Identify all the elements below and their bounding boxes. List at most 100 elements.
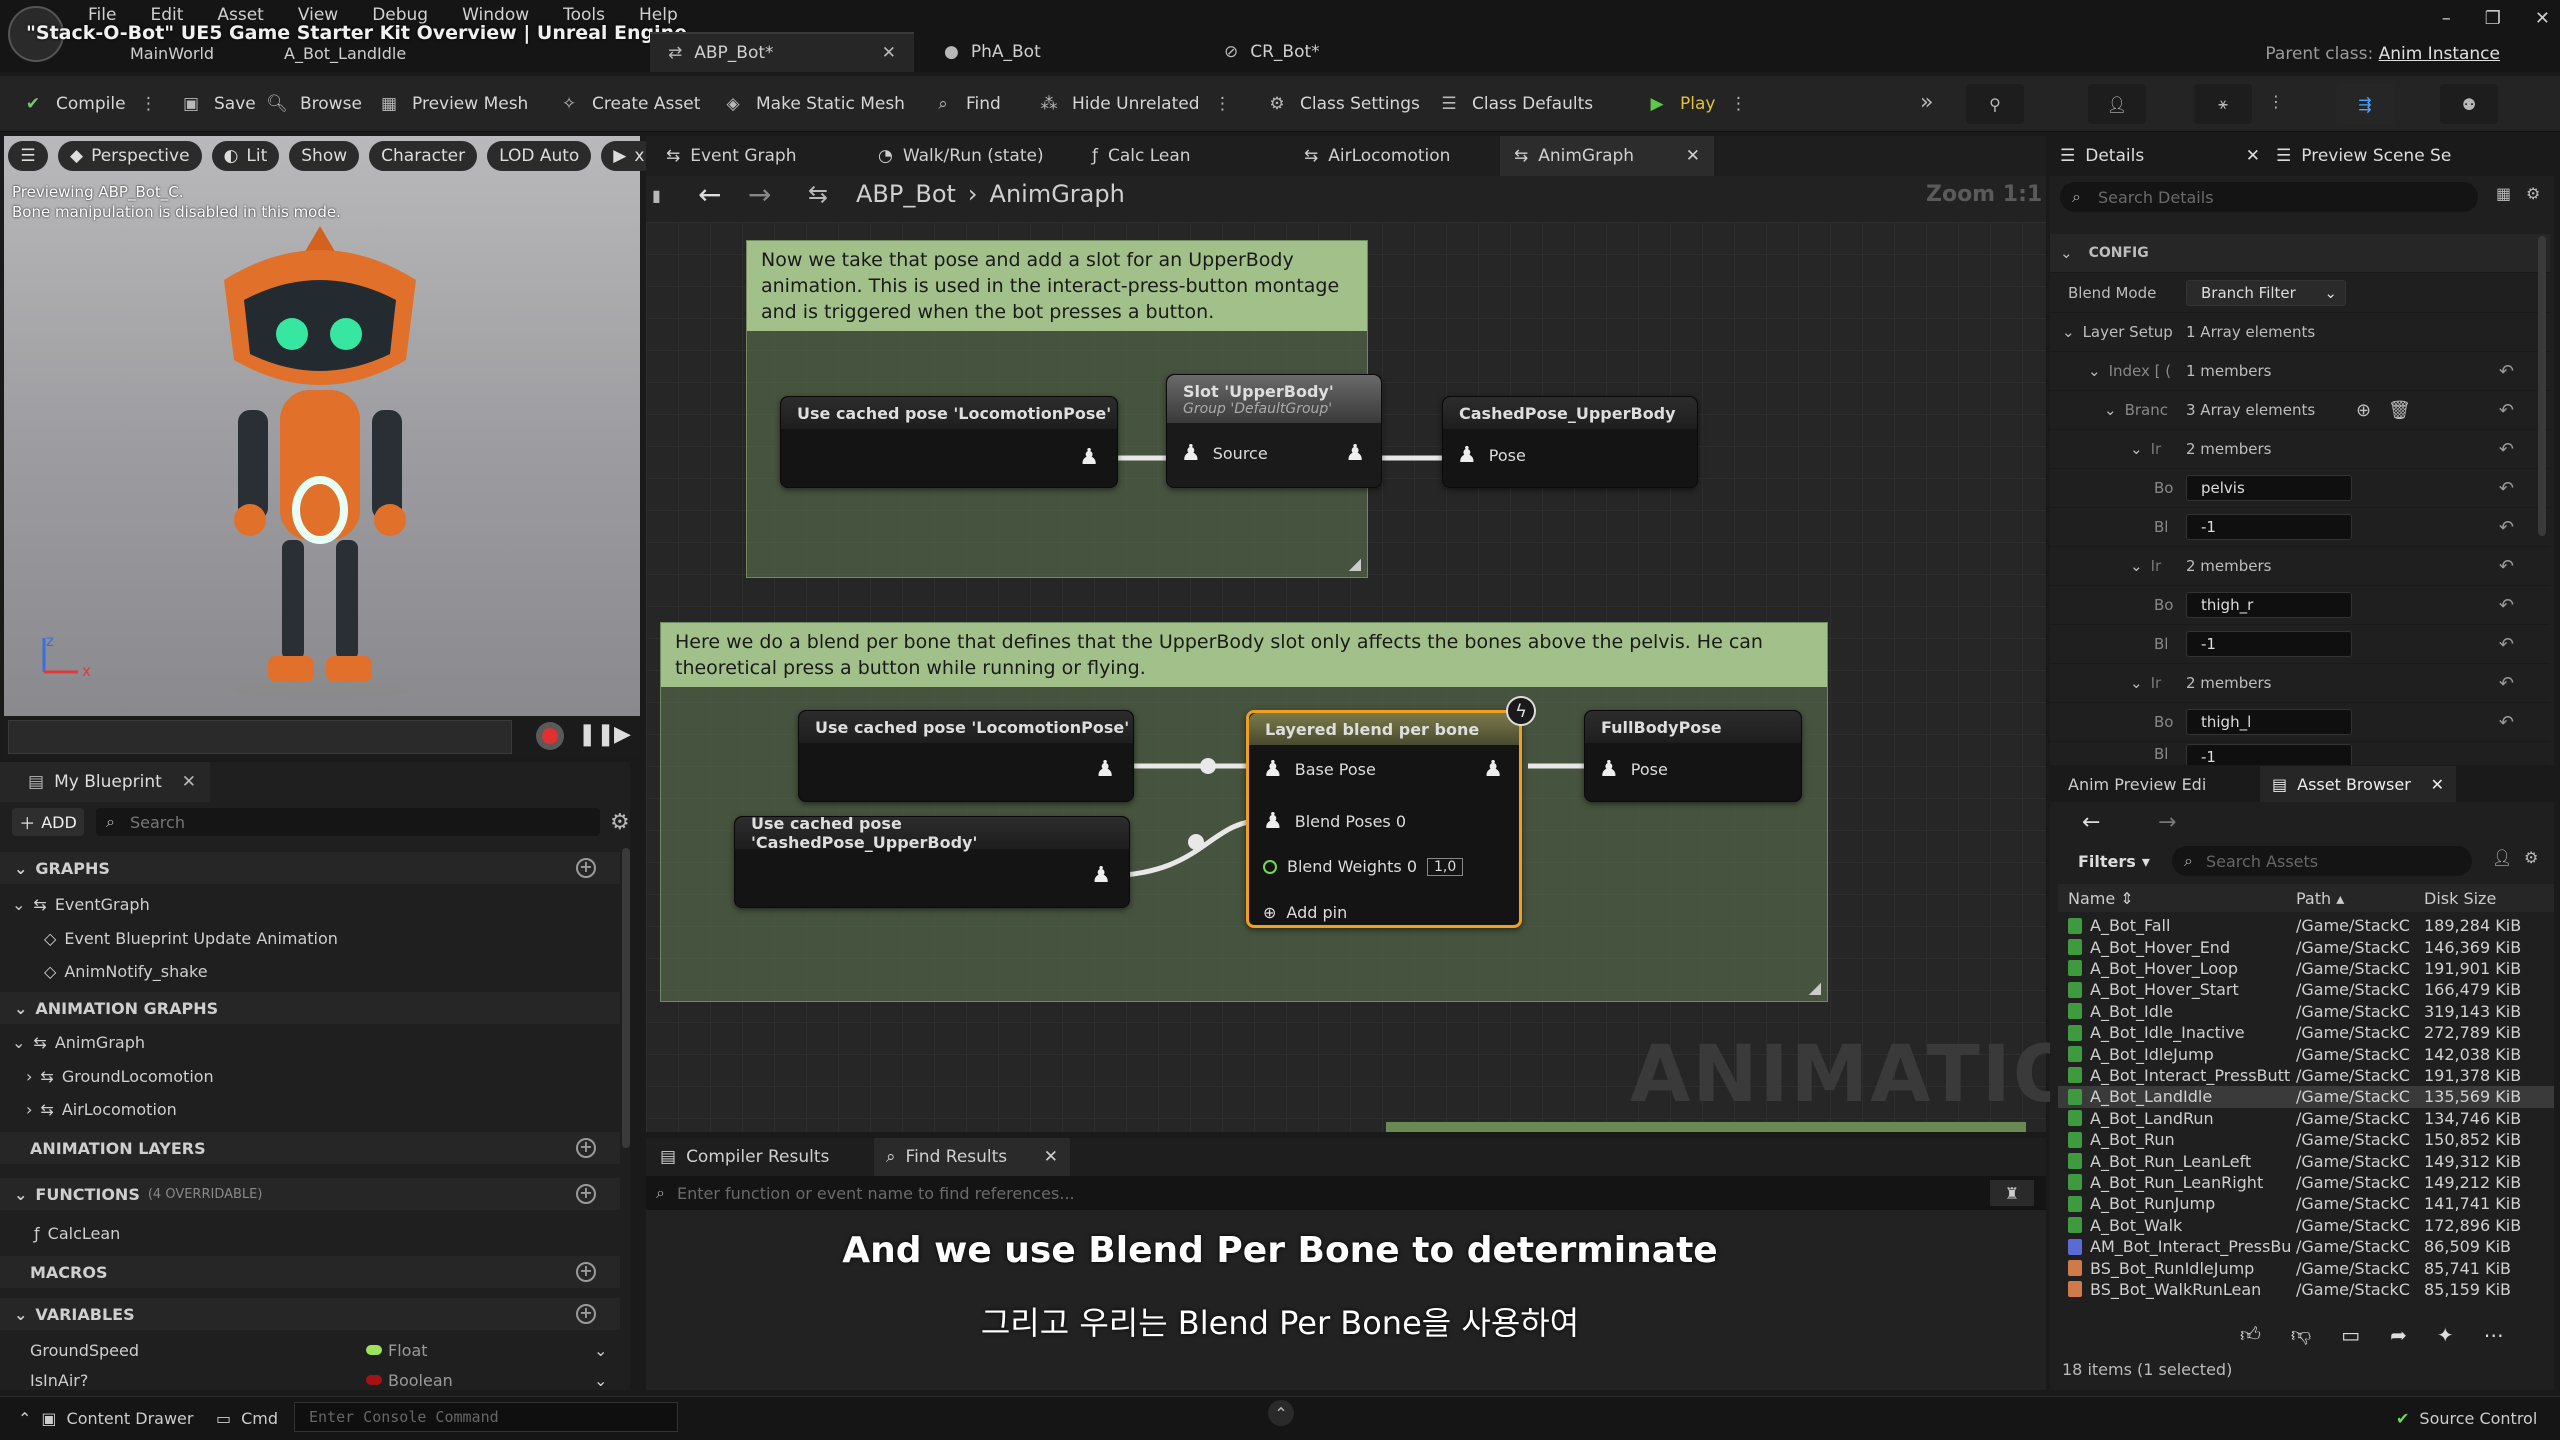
pause-icon[interactable]: ❚❚ — [578, 722, 615, 747]
source-pin[interactable]: ♟ Source — [1181, 441, 1268, 466]
close-icon[interactable]: ✕ — [882, 43, 896, 63]
tab-a-bot-landidle[interactable]: A_Bot_LandIdle — [284, 44, 406, 63]
reset-arrow-icon[interactable]: ↶ — [2499, 517, 2514, 538]
record-button[interactable] — [536, 722, 564, 750]
more-icon[interactable]: ⋯ — [2484, 1323, 2504, 1347]
node-slot-upperbody[interactable]: Slot 'UpperBody' Group 'DefaultGroup' ♟ … — [1166, 374, 1382, 488]
section-animation-layers[interactable]: ANIMATION LAYERS + — [0, 1132, 620, 1164]
graph-canvas[interactable]: Now we take that pose and add a slot for… — [646, 222, 2046, 1132]
grid-view-icon[interactable]: ▦ — [2496, 184, 2511, 203]
more-icon[interactable]: ⋮ — [1725, 91, 1751, 117]
hide-unrelated-button[interactable]: ⁂ Hide Unrelated ⋮ — [1036, 76, 1236, 132]
tab-walk-run-state[interactable]: ◔ Walk/Run (state) — [864, 136, 1058, 176]
chevron-down-icon[interactable]: ⌄ — [2130, 674, 2143, 692]
comment-icon[interactable]: ▭ — [2341, 1323, 2360, 1347]
save-button[interactable]: ▣ Save — [178, 76, 256, 132]
animation-mode-button[interactable]: ⚹ — [2194, 84, 2252, 124]
node-cached-upperbody[interactable]: Use cached pose 'CashedPose_UpperBody' ♟ — [734, 814, 1130, 908]
tab-calc-lean[interactable]: ƒ Calc Lean — [1078, 136, 1205, 176]
tree-item-ground-locomotion[interactable]: › ⇆ GroundLocomotion — [26, 1060, 214, 1092]
blueprint-search-input[interactable]: ⌕ Search — [96, 808, 600, 836]
node-cashedpose-upperbody[interactable]: CashedPose_UpperBody ♟ Pose — [1442, 396, 1698, 488]
forward-arrow-icon[interactable]: → — [2158, 810, 2176, 835]
reset-arrow-icon[interactable]: ↶ — [2499, 556, 2514, 577]
chevron-down-icon[interactable]: ⌄ — [2088, 362, 2101, 380]
more-icon[interactable]: ⋮ — [2268, 92, 2284, 111]
tab-event-graph[interactable]: ⇆ Event Graph — [652, 136, 811, 176]
section-functions[interactable]: ⌄ FUNCTIONS (4 OVERRIDABLE) + — [0, 1178, 620, 1210]
play-button[interactable]: ▶ Play ⋮ — [1644, 76, 1751, 132]
asset-row[interactable]: A_Bot_Idle_Inactive/Game/StackC 272,789 K… — [2058, 1022, 2554, 1043]
chevron-down-icon[interactable]: ⌄ — [2104, 401, 2117, 419]
parent-class-link[interactable]: Anim Instance — [2379, 44, 2500, 64]
asset-row[interactable]: AM_Bot_Interact_PressBu/Game/StackC 86,50… — [2058, 1236, 2554, 1257]
tree-item-anim-notify[interactable]: ◇ AnimNotify_shake — [44, 955, 208, 987]
chevron-up-icon[interactable]: ⌃ — [1268, 1400, 1294, 1426]
more-icon[interactable]: ⋮ — [136, 91, 162, 117]
bone-name-input[interactable]: thigh_l — [2186, 709, 2352, 735]
category-config[interactable]: ⌄ CONFIG — [2050, 234, 2550, 273]
tab-animgraph[interactable]: ⇆ AnimGraph ✕ — [1500, 136, 1714, 176]
settings-icon[interactable]: ⚙ — [2526, 184, 2540, 203]
find-button[interactable]: ⌕ Find — [930, 76, 1001, 132]
close-icon[interactable]: ✕ — [2246, 146, 2260, 166]
back-arrow-icon[interactable]: ← — [2082, 810, 2100, 835]
tab-abp-bot[interactable]: ⇄ ABP_Bot* ✕ — [650, 32, 914, 72]
tab-my-blueprint[interactable]: ▤ My Blueprint ✕ — [0, 762, 210, 802]
pose-pin-icon[interactable]: ♟ — [1095, 757, 1115, 782]
asset-row[interactable]: A_Bot_LandRun/Game/StackC 134,746 KiB — [2058, 1108, 2554, 1129]
blend-depth-input[interactable]: -1 — [2186, 631, 2352, 657]
bookmark-icon[interactable]: ▮ — [652, 186, 661, 205]
asset-row[interactable]: A_Bot_LandIdle/Game/StackC 135,569 KiB — [2058, 1086, 2554, 1108]
add-element-icon[interactable]: ⊕ — [2356, 400, 2371, 421]
details-search-input[interactable]: ⌕ Search Details — [2060, 182, 2478, 212]
viewport-menu-button[interactable]: ☰ — [8, 141, 48, 171]
step-forward-icon[interactable]: ▶︎ — [614, 722, 631, 747]
tab-find-results[interactable]: ⌕ Find Results ✕ — [874, 1138, 1070, 1176]
create-asset-button[interactable]: ✧ Create Asset — [556, 76, 700, 132]
add-button[interactable]: ＋ ADD — [12, 808, 84, 836]
lit-button[interactable]: ◐ Lit — [211, 141, 280, 171]
reset-arrow-icon[interactable]: ↶ — [2499, 400, 2514, 421]
tab-asset-browser[interactable]: ▤ Asset Browser ✕ — [2260, 766, 2456, 802]
tab-cr-bot[interactable]: ⊘ CR_Bot* — [1206, 32, 1338, 72]
pose-pin[interactable]: ♟ Pose — [1457, 443, 1526, 468]
content-drawer-button[interactable]: ⌃ ▣ Content Drawer — [18, 1404, 193, 1432]
reroute-node[interactable] — [1200, 758, 1216, 774]
asset-row[interactable]: A_Bot_Hover_Loop/Game/StackC 191,901 KiB — [2058, 958, 2554, 979]
asset-row[interactable]: A_Bot_Run_LeanLeft/Game/StackC 149,312 Ki… — [2058, 1150, 2554, 1171]
make-static-mesh-button[interactable]: ◈ Make Static Mesh — [720, 76, 905, 132]
chevron-down-icon[interactable]: ⌄ — [2130, 440, 2143, 458]
breadcrumb-leaf[interactable]: AnimGraph — [990, 180, 1125, 208]
share-icon[interactable]: ➦ — [2390, 1323, 2407, 1347]
reset-arrow-icon[interactable]: ↶ — [2499, 634, 2514, 655]
close-icon[interactable]: ✕ — [2431, 775, 2444, 794]
source-control-button[interactable]: ✔ Source Control — [2396, 1404, 2537, 1432]
tab-pha-bot[interactable]: ● PhA_Bot — [926, 32, 1059, 72]
expand-toolbar-icon[interactable]: » — [1920, 90, 1933, 115]
chevron-down-icon[interactable]: ⌄ — [2062, 323, 2075, 341]
add-pin-button[interactable]: ⊕ Add pin — [1263, 903, 1347, 922]
blend-mode-dropdown[interactable]: Branch Filter ⌄ — [2186, 280, 2346, 306]
add-graph-icon[interactable]: + — [576, 858, 596, 878]
settings-icon[interactable]: ⚙ — [610, 810, 630, 835]
timeline-scrubber[interactable] — [8, 720, 512, 754]
asset-search-input[interactable]: ⌕ Search Assets — [2172, 846, 2472, 876]
blend-depth-input[interactable]: -1 — [2186, 744, 2352, 765]
filters-button[interactable]: Filters ▾ — [2078, 846, 2150, 876]
lod-button[interactable]: LOD Auto — [487, 141, 592, 171]
tree-item-event-update[interactable]: ◇ Event Blueprint Update Animation — [44, 922, 338, 954]
blend-poses-pin[interactable]: ♟ Blend Poses 0 — [1263, 809, 1406, 834]
tab-details[interactable]: ☰ Details ✕ — [2060, 136, 2260, 176]
chevron-down-icon[interactable]: ⌄ — [594, 1371, 607, 1390]
close-icon[interactable]: ✕ — [1686, 146, 1700, 166]
node-fullbodypose[interactable]: FullBodyPose ♟ Pose — [1584, 710, 1802, 802]
tree-item-eventgraph[interactable]: ⌄ ⇆ EventGraph — [12, 888, 150, 920]
reset-arrow-icon[interactable]: ↶ — [2499, 361, 2514, 382]
asset-row[interactable]: A_Bot_Hover_End/Game/StackC 146,369 KiB — [2058, 936, 2554, 957]
bone-name-input[interactable]: thigh_r — [2186, 592, 2352, 618]
preview-mesh-button[interactable]: ▦ Preview Mesh — [376, 76, 528, 132]
skeleton-mode-button[interactable]: ⚲ — [1966, 84, 2024, 124]
reset-arrow-icon[interactable]: ↶ — [2499, 439, 2514, 460]
more-icon[interactable]: ⋮ — [1210, 91, 1236, 117]
